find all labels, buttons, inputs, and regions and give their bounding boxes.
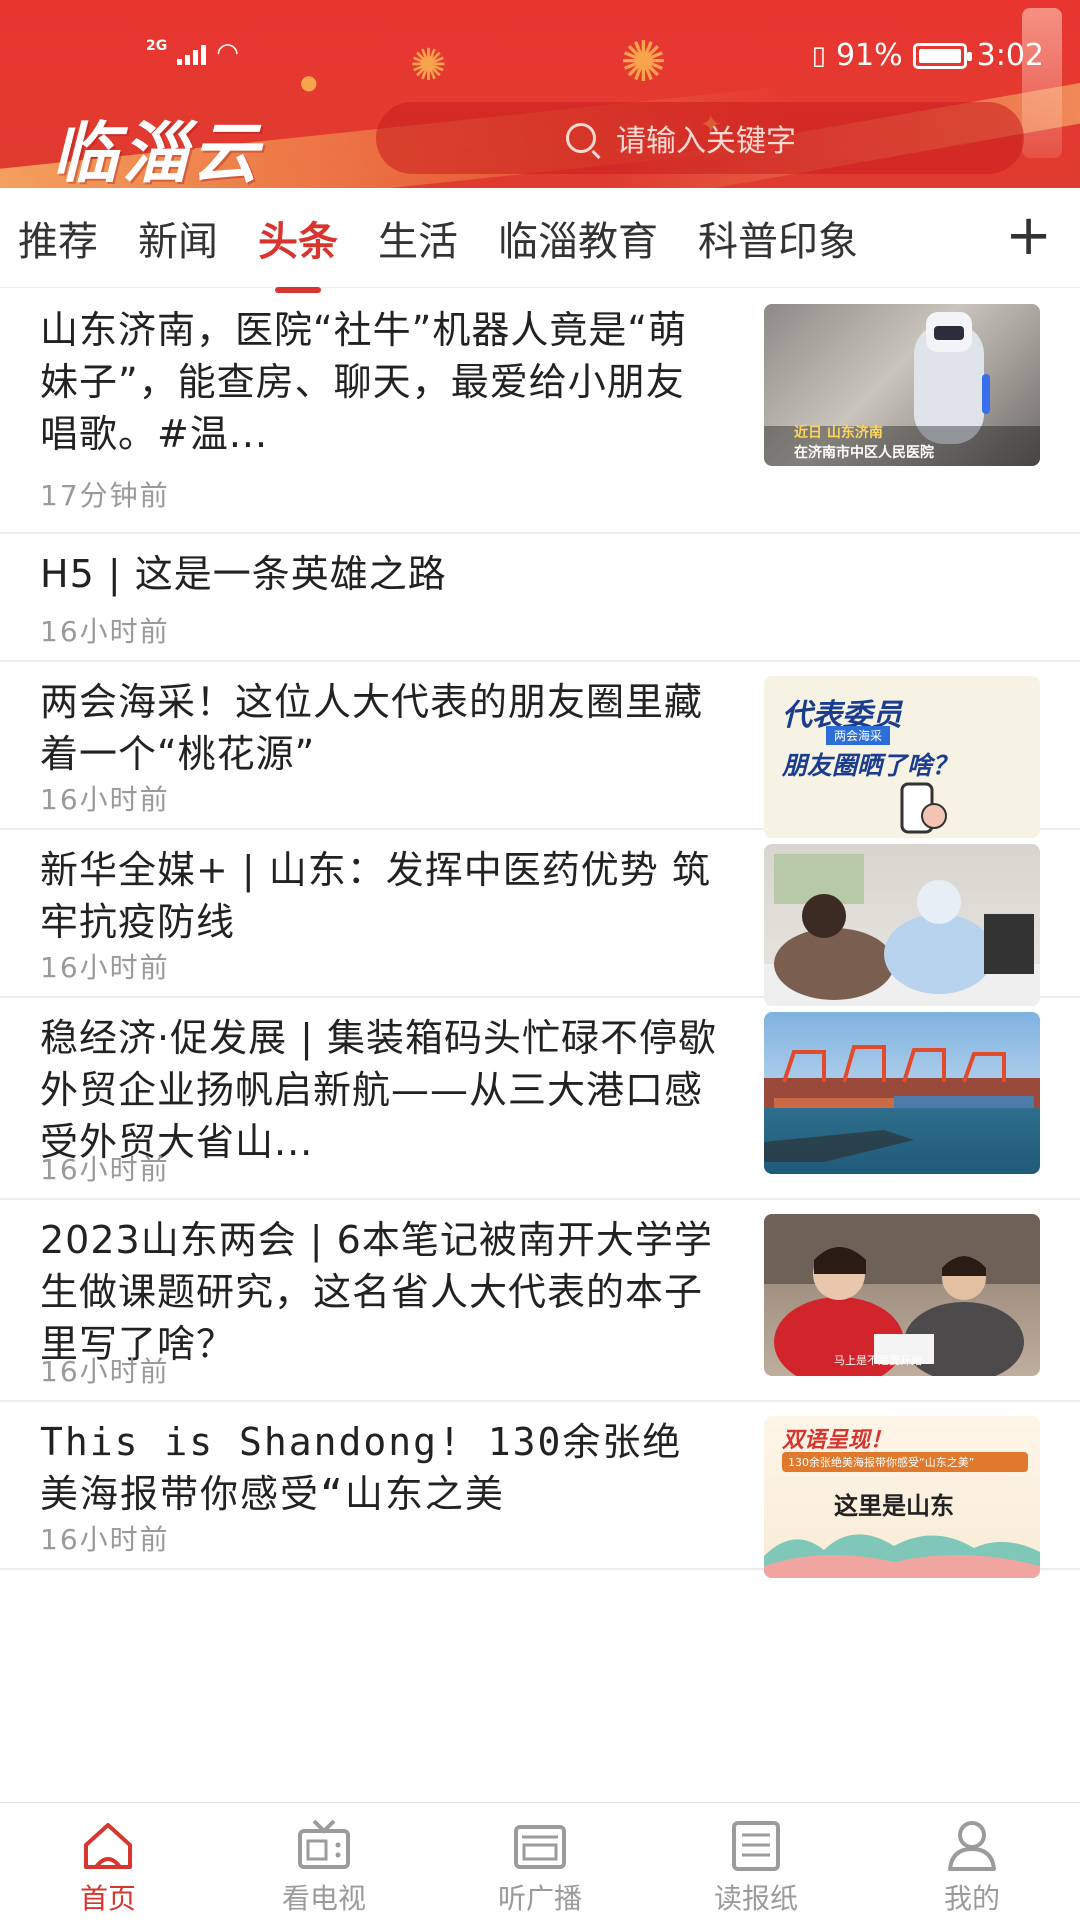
bottom-navigation: 首页 看电视 听广播 读报纸 我的 <box>0 1802 1080 1920</box>
phone-icon <box>900 782 947 834</box>
news-time: 16小时前 <box>40 1153 170 1186</box>
nav-newspaper[interactable]: 读报纸 <box>648 1803 864 1920</box>
thumbnail-caption: 马上是不是要开始... <box>834 1354 933 1367</box>
tab-linzi-education[interactable]: 临淄教育 <box>498 209 658 267</box>
nav-label: 读报纸 <box>713 1882 798 1915</box>
news-time: 17分钟前 <box>40 479 170 512</box>
landscape-illustration <box>764 1534 1040 1578</box>
tab-life[interactable]: 生活 <box>378 209 458 267</box>
news-time: 16小时前 <box>40 783 170 816</box>
news-title: 山东济南，医院“社牛”机器人竟是“萌妹子”，能查房、聊天，最爱给小朋友唱歌。#温… <box>40 308 688 456</box>
news-feed: 山东济南，医院“社牛”机器人竟是“萌妹子”，能查房、聊天，最爱给小朋友唱歌。#温… <box>0 290 1080 1578</box>
clock: 3:02 <box>976 38 1044 73</box>
news-item[interactable]: 新华全媒+ | 山东：发挥中医药优势 筑牢抗疫防线 16小时前 <box>0 830 1080 1006</box>
thumbnail-tag: 两会海采 <box>826 726 891 745</box>
nav-home[interactable]: 首页 <box>0 1803 216 1920</box>
search-placeholder: 请输入关键字 <box>616 124 796 159</box>
wifi-icon: ◠ <box>216 38 239 68</box>
signal-icon <box>177 41 207 65</box>
nav-profile[interactable]: 我的 <box>864 1803 1080 1920</box>
tab-news[interactable]: 新闻 <box>138 209 218 267</box>
nav-label: 首页 <box>79 1882 136 1915</box>
firework-decoration: ● <box>300 70 318 94</box>
tab-science[interactable]: 科普印象 <box>698 209 858 267</box>
nav-label: 听广播 <box>497 1882 582 1915</box>
status-bar-left: 2G ◠ <box>146 38 239 68</box>
news-thumbnail <box>764 1012 1040 1174</box>
news-thumbnail: 马上是不是要开始... <box>764 1214 1040 1376</box>
news-title: This is Shandong! 130余张绝美海报带你感受“山东之美 <box>40 1420 683 1516</box>
news-item[interactable]: 山东济南，医院“社牛”机器人竟是“萌妹子”，能查房、聊天，最爱给小朋友唱歌。#温… <box>0 290 1080 534</box>
news-item[interactable]: 两会海采！这位人大代表的朋友圈里藏着一个“桃花源” 16小时前 代表委员 两会海… <box>0 662 1080 838</box>
news-thumbnail: 代表委员 两会海采 朋友圈晒了啥？ <box>764 676 1040 838</box>
search-icon <box>566 123 596 153</box>
news-thumbnail: 双语呈现！ 130余张绝美海报带你感受“山东之美” 这里是山东 <box>764 1416 1040 1578</box>
news-item[interactable]: 2023山东两会 | 6本笔记被南开大学学生做课题研究，这名省人大代表的本子里写… <box>0 1200 1080 1402</box>
tv-icon <box>298 1819 350 1869</box>
news-item[interactable]: This is Shandong! 130余张绝美海报带你感受“山东之美 16小… <box>0 1402 1080 1578</box>
thumbnail-caption: 近日 山东济南 <box>794 425 883 441</box>
user-icon <box>948 1821 996 1871</box>
network-type: 2G <box>146 38 168 54</box>
news-title: 稳经济·促发展 | 集装箱码头忙碌不停歇外贸企业扬帆启新航——从三大港口感受外贸… <box>40 1016 718 1164</box>
nav-label: 看电视 <box>281 1882 366 1915</box>
thumbnail-caption: 在济南市中区人民医院 <box>794 445 934 461</box>
newspaper-icon <box>732 1821 780 1871</box>
news-time: 16小时前 <box>40 951 170 984</box>
thumbnail-tag: 130余张绝美海报带你感受“山东之美” <box>782 1452 1028 1472</box>
app-header: ✺ ✺ ✦ ● 2G ◠ ▯ 91% 3:02 临淄云 请输入关键字 <box>0 0 1080 188</box>
battery-percent: 91% <box>835 38 903 73</box>
nav-tv[interactable]: 看电视 <box>216 1803 432 1920</box>
nav-label: 我的 <box>943 1882 1000 1915</box>
thumbnail-headline: 双语呈现！ <box>782 1428 893 1453</box>
category-tabs: 推荐 新闻 头条 生活 临淄教育 科普印象 + <box>0 188 1080 288</box>
app-logo: 临淄云 <box>52 114 262 188</box>
add-channel-icon[interactable]: + <box>1005 208 1052 264</box>
thumbnail-headline: 朋友圈晒了啥？ <box>782 751 958 780</box>
news-title: 2023山东两会 | 6本笔记被南开大学学生做课题研究，这名省人大代表的本子里写… <box>40 1218 713 1366</box>
news-time: 16小时前 <box>40 1523 170 1556</box>
tab-recommend[interactable]: 推荐 <box>18 209 98 267</box>
news-title: H5 | 这是一条英雄之路 <box>40 552 447 596</box>
firework-decoration: ✺ <box>410 40 447 91</box>
news-title: 新华全媒+ | 山东：发挥中医药优势 筑牢抗疫防线 <box>40 848 711 944</box>
vibrate-icon: ▯ <box>811 40 826 71</box>
tab-headlines[interactable]: 头条 <box>258 209 338 267</box>
news-thumbnail <box>764 844 1040 1006</box>
radio-icon <box>514 1825 566 1869</box>
news-time: 16小时前 <box>40 615 170 648</box>
firework-decoration: ✺ <box>620 30 667 95</box>
nav-radio[interactable]: 听广播 <box>432 1803 648 1920</box>
monument-decoration <box>1022 8 1062 158</box>
news-title: 两会海采！这位人大代表的朋友圈里藏着一个“桃花源” <box>40 680 704 776</box>
news-thumbnail: 近日 山东济南 在济南市中区人民医院 <box>764 304 1040 466</box>
status-bar-right: ▯ 91% 3:02 <box>812 38 1044 73</box>
battery-icon <box>912 42 972 69</box>
home-icon <box>84 1823 132 1869</box>
news-item[interactable]: H5 | 这是一条英雄之路 16小时前 <box>0 534 1080 662</box>
news-time: 16小时前 <box>40 1355 170 1388</box>
news-item[interactable]: 稳经济·促发展 | 集装箱码头忙碌不停歇外贸企业扬帆启新航——从三大港口感受外贸… <box>0 998 1080 1200</box>
search-bar[interactable]: 请输入关键字 <box>376 102 1024 174</box>
